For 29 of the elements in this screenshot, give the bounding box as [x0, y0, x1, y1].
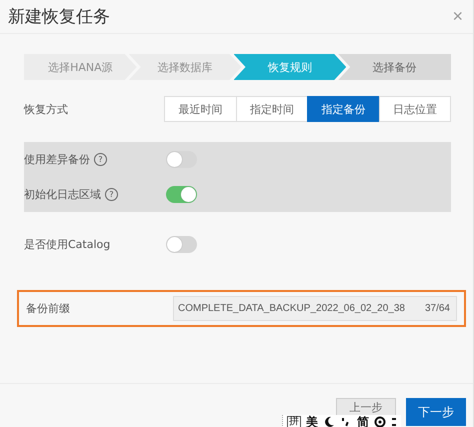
more-icon[interactable]: [391, 416, 397, 427]
mode-option[interactable]: 指定备份: [307, 96, 380, 122]
moon-icon[interactable]: [323, 416, 335, 427]
field-label: 恢复方式: [24, 102, 68, 116]
ime-button[interactable]: 美: [306, 416, 318, 427]
field-label: 使用差异备份: [24, 152, 90, 167]
previous-button[interactable]: 上一步: [336, 398, 396, 415]
settings-icon[interactable]: [374, 416, 386, 427]
toggle-switch[interactable]: [166, 236, 197, 253]
wizard-step: 选择备份: [338, 54, 451, 80]
input-field[interactable]: COMPLETE_DATA_BACKUP_2022_06_02_20_38 37/64: [173, 296, 457, 321]
wizard-step: 选择数据库: [128, 54, 242, 80]
help-icon[interactable]: ?: [94, 153, 107, 166]
ime-button[interactable]: 拼: [287, 416, 301, 427]
help-icon[interactable]: ?: [105, 188, 118, 201]
ime-button[interactable]: 简: [357, 416, 369, 427]
field-label: 备份前缀: [26, 301, 70, 316]
mode-option[interactable]: 日志位置: [378, 96, 451, 122]
toggle-switch[interactable]: [166, 151, 197, 168]
field-label: 是否使用Catalog: [24, 237, 110, 252]
dialog-title: 新建恢复任务: [8, 6, 110, 28]
wizard-step: 选择HANA源: [24, 54, 137, 80]
next-button[interactable]: 下一步: [406, 398, 466, 426]
toggle-switch[interactable]: [166, 186, 197, 203]
mode-option[interactable]: 最近时间: [164, 96, 236, 122]
character-count: 37/64: [424, 303, 450, 314]
wizard-step: 恢复规则: [234, 54, 346, 80]
field-label: 初始化日志区域: [24, 187, 101, 202]
mode-option[interactable]: 指定时间: [236, 96, 308, 122]
